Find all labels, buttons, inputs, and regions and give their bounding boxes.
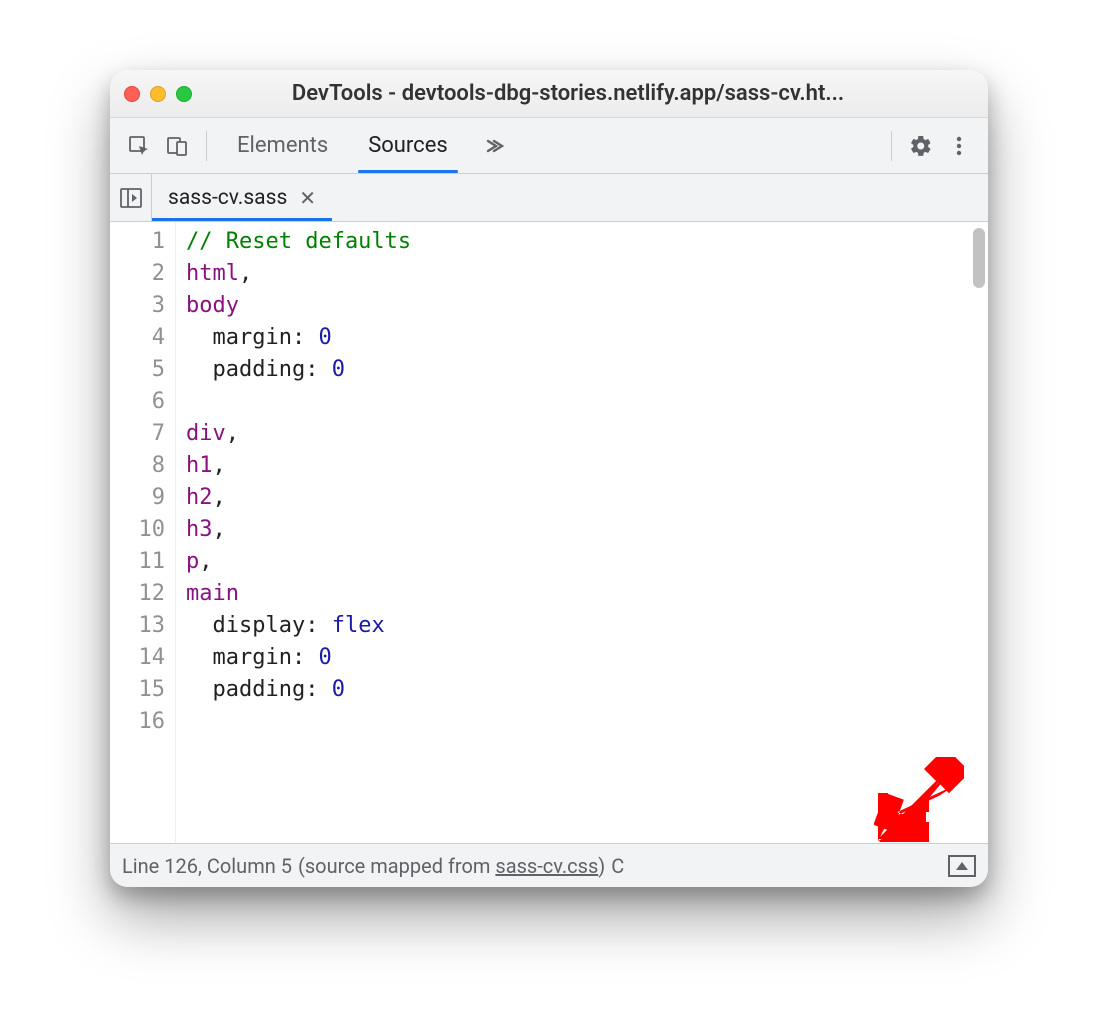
drawer-toggle-icon[interactable]: [948, 855, 976, 877]
toolbar-divider: [206, 131, 207, 161]
code-line[interactable]: margin: 0: [186, 322, 988, 354]
code-line[interactable]: margin: 0: [186, 642, 988, 674]
source-map-info: (source mapped from sass-cv.css): [298, 854, 605, 878]
window-title: DevTools - devtools-dbg-stories.netlify.…: [202, 81, 974, 106]
cursor-position: Line 126, Column 5: [122, 854, 292, 878]
line-number: 6: [110, 386, 165, 418]
more-tabs-icon[interactable]: [474, 127, 512, 165]
traffic-lights: [124, 86, 192, 102]
sources-file-tabbar: sass-cv.sass ✕: [110, 174, 988, 222]
main-toolbar: Elements Sources: [110, 118, 988, 174]
line-number: 3: [110, 290, 165, 322]
device-toolbar-icon[interactable]: [158, 127, 196, 165]
code-line[interactable]: html,: [186, 258, 988, 290]
code-line[interactable]: display: flex: [186, 610, 988, 642]
code-line[interactable]: [186, 386, 988, 418]
scrollbar-thumb[interactable]: [973, 228, 985, 288]
titlebar: DevTools - devtools-dbg-stories.netlify.…: [110, 70, 988, 118]
tab-elements[interactable]: Elements: [217, 118, 348, 173]
settings-icon[interactable]: [902, 127, 940, 165]
code-line[interactable]: padding: 0: [186, 674, 988, 706]
tab-sources[interactable]: Sources: [348, 118, 468, 173]
navigator-toggle-icon[interactable]: [110, 174, 152, 221]
code-line[interactable]: padding: 0: [186, 354, 988, 386]
line-number: 10: [110, 514, 165, 546]
line-number: 5: [110, 354, 165, 386]
code-line[interactable]: div,: [186, 418, 988, 450]
toolbar-divider: [891, 131, 892, 161]
line-number: 1: [110, 226, 165, 258]
code-line[interactable]: h2,: [186, 482, 988, 514]
code-editor[interactable]: 12345678910111213141516 // Reset default…: [110, 222, 988, 843]
line-number: 14: [110, 642, 165, 674]
close-window-button[interactable]: [124, 86, 140, 102]
code-line[interactable]: h3,: [186, 514, 988, 546]
line-number: 12: [110, 578, 165, 610]
line-number: 15: [110, 674, 165, 706]
line-number: 4: [110, 322, 165, 354]
inspect-element-icon[interactable]: [120, 127, 158, 165]
code-content[interactable]: // Reset defaultshtml,body margin: 0 pad…: [176, 222, 988, 843]
line-number: 2: [110, 258, 165, 290]
line-number: 9: [110, 482, 165, 514]
kebab-menu-icon[interactable]: [940, 127, 978, 165]
code-line[interactable]: body: [186, 290, 988, 322]
maximize-window-button[interactable]: [176, 86, 192, 102]
file-tab[interactable]: sass-cv.sass ✕: [152, 174, 332, 221]
line-number: 11: [110, 546, 165, 578]
line-gutter: 12345678910111213141516: [110, 222, 176, 843]
file-tab-label: sass-cv.sass: [168, 186, 287, 210]
minimize-window-button[interactable]: [150, 86, 166, 102]
panel-tabs: Elements Sources: [217, 118, 468, 173]
code-line[interactable]: p,: [186, 546, 988, 578]
source-map-link[interactable]: sass-cv.css: [495, 854, 598, 878]
statusbar: Line 126, Column 5 (source mapped from s…: [110, 843, 988, 887]
code-line[interactable]: main: [186, 578, 988, 610]
line-number: 8: [110, 450, 165, 482]
code-line[interactable]: [186, 706, 988, 738]
close-tab-icon[interactable]: ✕: [299, 186, 316, 210]
line-number: 16: [110, 706, 165, 738]
line-number: 13: [110, 610, 165, 642]
coverage-truncated: C: [611, 854, 624, 878]
code-line[interactable]: // Reset defaults: [186, 226, 988, 258]
devtools-window: DevTools - devtools-dbg-stories.netlify.…: [110, 70, 988, 887]
code-line[interactable]: h1,: [186, 450, 988, 482]
line-number: 7: [110, 418, 165, 450]
